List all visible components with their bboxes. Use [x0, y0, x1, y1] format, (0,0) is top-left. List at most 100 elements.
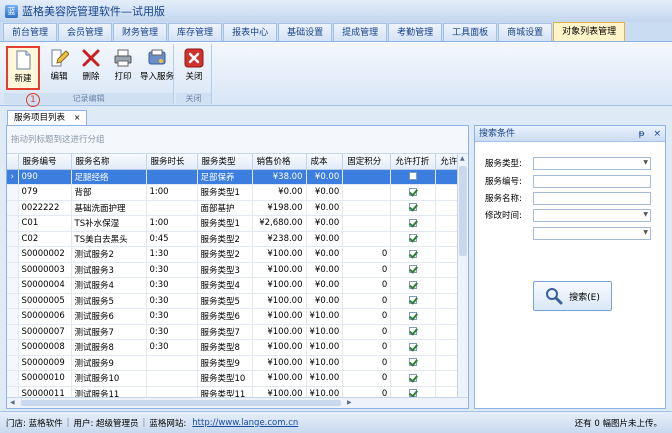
cell-discount[interactable]: [390, 370, 437, 387]
tab-object-list[interactable]: 对象列表管理: [553, 22, 626, 41]
service-grid: 拖动列标题到这进行分组 服务编号 服务名称 服务时长 服务类型 销售价格 成本 …: [6, 125, 469, 409]
discount-checkbox[interactable]: [409, 311, 418, 320]
doc-tab-service-list[interactable]: 服务项目列表 ×: [7, 110, 88, 125]
col-header-cost[interactable]: 成本: [306, 154, 344, 170]
col-header-points[interactable]: 固定积分: [342, 154, 392, 170]
tab-tools[interactable]: 工具面板: [443, 23, 498, 41]
col-header-duration[interactable]: 服务时长: [146, 154, 198, 170]
delete-button[interactable]: 删除: [74, 46, 108, 90]
status-site-link[interactable]: http://www.lange.com.cn: [192, 418, 298, 428]
service-code-input[interactable]: [533, 174, 651, 188]
cell-discount[interactable]: [390, 215, 437, 232]
cell-type: 服务类型8: [197, 339, 253, 356]
tab-attendance[interactable]: 考勤管理: [388, 23, 443, 41]
cell-discount[interactable]: [390, 324, 437, 340]
tab-front-desk[interactable]: 前台管理: [3, 23, 58, 41]
print-button[interactable]: 打印: [106, 46, 140, 90]
col-header-discount[interactable]: 允许打折: [390, 154, 437, 170]
col-header-code[interactable]: 服务编号: [18, 154, 72, 170]
cell-type: 服务类型10: [197, 370, 253, 387]
discount-checkbox[interactable]: [409, 203, 418, 212]
discount-checkbox[interactable]: [409, 172, 418, 181]
discount-checkbox[interactable]: [409, 218, 418, 227]
table-row[interactable]: S0000008 测试服务8 0:30 服务类型8 ¥100.00 ¥10.00 0: [7, 339, 465, 356]
tab-mall-settings[interactable]: 商城设置: [498, 23, 553, 41]
cell-ind: ›: [7, 169, 19, 185]
panel-close-icon[interactable]: ×: [653, 129, 661, 139]
cell-code: S0000005: [18, 293, 72, 309]
cell-points: 0: [342, 246, 392, 263]
discount-checkbox[interactable]: [409, 358, 418, 367]
cell-cost: ¥10.00: [306, 324, 344, 340]
col-header-price[interactable]: 销售价格: [252, 154, 307, 170]
horizontal-scroll-thumb[interactable]: [21, 400, 341, 406]
tab-basic-settings[interactable]: 基础设置: [278, 23, 333, 41]
table-row[interactable]: S0000007 测试服务7 0:30 服务类型7 ¥100.00 ¥10.00 0: [7, 324, 465, 340]
cell-discount[interactable]: [390, 169, 437, 185]
table-row[interactable]: S0000002 测试服务2 1:30 服务类型2 ¥100.00 ¥0.00 0: [7, 246, 465, 263]
table-row[interactable]: 0022222 基础洗面护理 面部基护 ¥198.00 ¥0.00: [7, 200, 465, 216]
discount-checkbox[interactable]: [409, 280, 418, 289]
discount-checkbox[interactable]: [409, 327, 418, 336]
table-row[interactable]: 079 背部 1:00 服务类型1 ¥0.00 ¥0.00: [7, 184, 465, 201]
table-row[interactable]: S0000010 测试服务10 服务类型10 ¥100.00 ¥10.00 0: [7, 370, 465, 387]
table-row[interactable]: C01 TS补水保湿 1:00 服务类型1 ¥2,680.00 ¥0.00: [7, 215, 465, 232]
table-row[interactable]: C02 TS美白去黑头 0:45 服务类型2 ¥238.00 ¥0.00: [7, 231, 465, 247]
cell-points: 0: [342, 277, 392, 294]
cell-discount[interactable]: [390, 246, 437, 263]
discount-checkbox[interactable]: [409, 373, 418, 382]
discount-checkbox[interactable]: [409, 265, 418, 274]
scroll-left-icon[interactable]: ◀: [10, 399, 15, 406]
pin-icon[interactable]: ᵽ: [639, 129, 645, 139]
table-row[interactable]: S0000005 测试服务5 0:30 服务类型5 ¥100.00 ¥0.00 0: [7, 293, 465, 309]
cell-discount[interactable]: [390, 308, 437, 325]
import-service-button[interactable]: 导入服务: [140, 46, 174, 90]
col-header-type[interactable]: 服务类型: [197, 154, 253, 170]
tab-finance[interactable]: 财务管理: [113, 23, 168, 41]
cell-discount[interactable]: [390, 277, 437, 294]
cell-discount[interactable]: [390, 355, 437, 371]
cell-discount[interactable]: [390, 231, 437, 247]
search-button[interactable]: 搜索(E): [533, 281, 612, 311]
discount-checkbox[interactable]: [409, 249, 418, 258]
cell-discount[interactable]: [390, 293, 437, 309]
scroll-right-icon[interactable]: ▶: [347, 399, 352, 406]
edit-button[interactable]: 编辑: [42, 46, 76, 90]
service-type-select[interactable]: ▼: [533, 156, 651, 170]
discount-checkbox[interactable]: [409, 187, 418, 196]
cell-discount[interactable]: [390, 184, 437, 201]
discount-checkbox[interactable]: [409, 296, 418, 305]
modified-time-end-row: ▼: [485, 226, 651, 240]
cell-code: S0000002: [18, 246, 72, 263]
horizontal-scrollbar[interactable]: ◀ ▶: [7, 397, 468, 408]
tab-members[interactable]: 会员管理: [58, 23, 113, 41]
service-name-input[interactable]: [533, 191, 651, 205]
table-row[interactable]: S0000006 测试服务6 0:30 服务类型6 ¥100.00 ¥10.00 0: [7, 308, 465, 325]
tab-reports[interactable]: 报表中心: [223, 23, 278, 41]
table-row[interactable]: S0000004 测试服务4 0:30 服务类型4 ¥100.00 ¥0.00 0: [7, 277, 465, 294]
cell-points: [342, 169, 392, 185]
tab-inventory[interactable]: 库存管理: [168, 23, 223, 41]
scroll-up-icon[interactable]: ▲: [460, 155, 465, 162]
tab-commission[interactable]: 提成管理: [333, 23, 388, 41]
discount-checkbox[interactable]: [409, 234, 418, 243]
new-button[interactable]: 新建: [6, 46, 40, 90]
cell-discount[interactable]: [390, 200, 437, 216]
cell-discount[interactable]: [390, 262, 437, 278]
cell-ind: [7, 339, 19, 356]
col-header-name[interactable]: 服务名称: [71, 154, 147, 170]
discount-checkbox[interactable]: [409, 342, 418, 351]
cell-discount[interactable]: [390, 339, 437, 356]
vertical-scrollbar[interactable]: ▲: [457, 154, 468, 398]
status-user: 用户: 超级管理员: [73, 418, 139, 429]
app-logo-icon: 蓝: [5, 4, 18, 18]
doc-tab-close-icon[interactable]: ×: [74, 113, 81, 122]
modified-time-end-select[interactable]: ▼: [533, 226, 651, 240]
delete-x-icon: [81, 48, 101, 68]
close-button[interactable]: 关闭: [177, 46, 211, 90]
modified-time-start-select[interactable]: ▼: [533, 208, 651, 222]
table-row[interactable]: S0000009 测试服务9 服务类型9 ¥100.00 ¥10.00 0: [7, 355, 465, 371]
table-row[interactable]: › 090 足腿经络 足部保养 ¥38.00 ¥0.00: [7, 169, 465, 185]
vertical-scroll-thumb[interactable]: [459, 166, 467, 256]
table-row[interactable]: S0000003 测试服务3 0:30 服务类型3 ¥100.00 ¥0.00 0: [7, 262, 465, 278]
